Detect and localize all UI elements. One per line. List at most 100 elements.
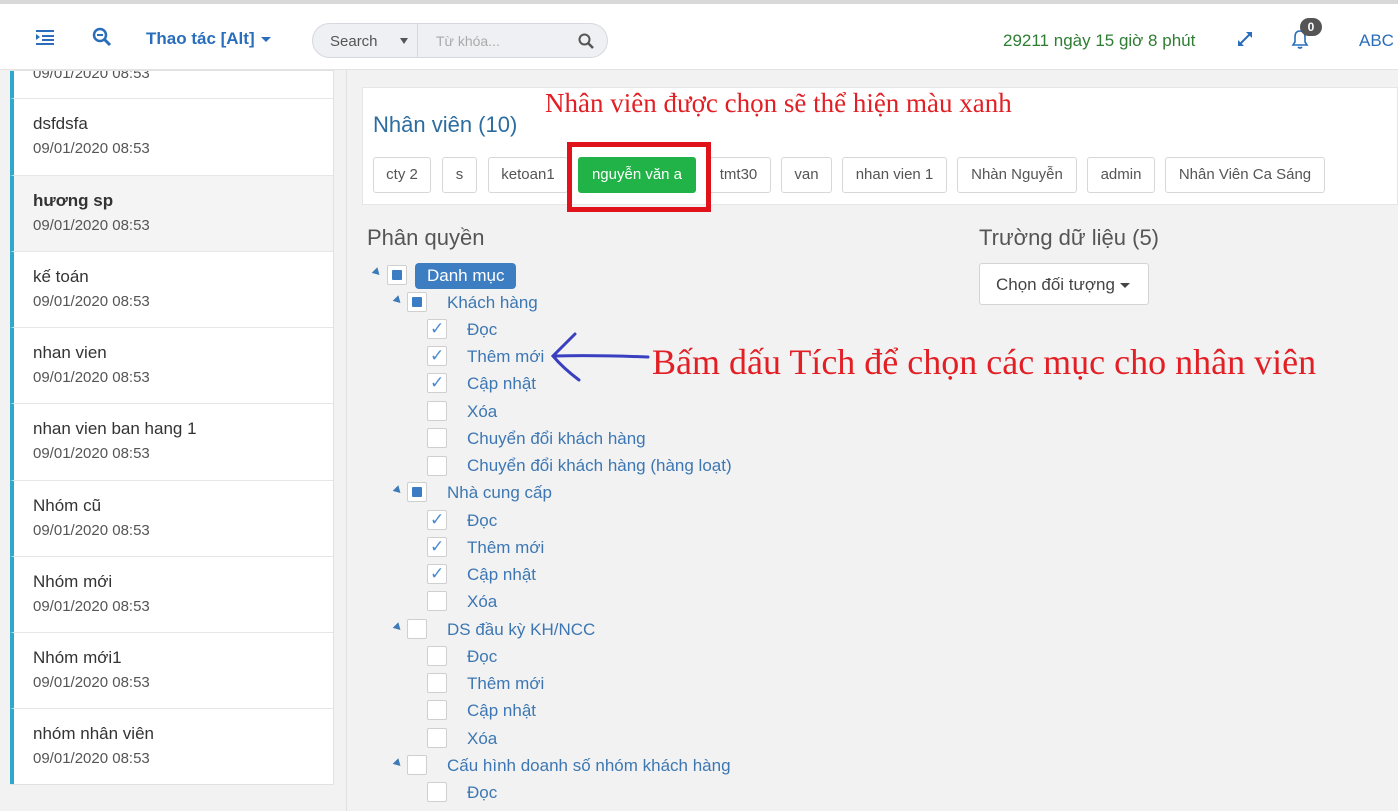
tree-item-label[interactable]: Cập nhật	[467, 701, 536, 721]
check-icon: ✓	[430, 346, 445, 365]
list-item[interactable]: hương sp 09/01/2020 08:53	[10, 176, 333, 252]
tree-checkbox[interactable]	[427, 401, 447, 421]
tree-checkbox[interactable]	[407, 482, 427, 502]
tree-root-label[interactable]: Danh mục	[415, 263, 517, 289]
check-icon: ✓	[430, 373, 445, 392]
expand-icon[interactable]	[1236, 30, 1254, 48]
tree-checkbox[interactable]: ✓	[427, 537, 447, 557]
tree-checkbox[interactable]	[407, 292, 427, 312]
partial-check-icon	[392, 270, 402, 280]
tree-checkbox[interactable]	[427, 646, 447, 666]
tree-item-label[interactable]: Đọc	[467, 647, 497, 667]
tree-group-label[interactable]: DS đầu kỳ KH/NCC	[447, 620, 595, 640]
tree-item-label[interactable]: Đọc	[467, 320, 497, 340]
search-icon[interactable]	[577, 32, 595, 50]
tree-item-label[interactable]: Thêm mới	[467, 538, 544, 558]
caret-down-icon	[400, 38, 408, 44]
staff-chip[interactable]: s	[442, 157, 477, 193]
tree-item-label[interactable]: Thêm mới	[467, 347, 544, 367]
tree-checkbox[interactable]: ✓	[427, 564, 447, 584]
search-type-value: Search	[330, 33, 378, 50]
check-icon: ✓	[430, 537, 445, 556]
list-item[interactable]: nhan vien ban hang 1 09/01/2020 08:53	[10, 404, 333, 481]
staff-chip[interactable]: van	[781, 157, 832, 193]
permissions-title: Phân quyền	[367, 225, 485, 250]
staff-chip[interactable]: Nhân Viên Ca Sáng	[1165, 157, 1325, 193]
tree-checkbox[interactable]	[427, 591, 447, 611]
staff-chip[interactable]: nhan vien 1	[842, 157, 947, 193]
list-item[interactable]: dsfdsfa 09/01/2020 08:53	[10, 99, 333, 176]
zoom-icon[interactable]	[91, 26, 113, 48]
select-object-dropdown[interactable]: Chọn đối tượng	[979, 263, 1149, 305]
staff-chip[interactable]: ketoan1	[488, 157, 568, 193]
panel-divider	[346, 70, 347, 811]
item-date: 09/01/2020 08:53	[33, 750, 150, 767]
item-date: 09/01/2020 08:53	[33, 369, 150, 386]
actions-menu[interactable]: Thao tác [Alt]	[146, 29, 271, 49]
list-item[interactable]: nhóm nhân viên 09/01/2020 08:53	[10, 709, 333, 784]
item-date: 09/01/2020 08:53	[33, 598, 150, 615]
list-indent-icon[interactable]	[34, 26, 56, 48]
tree-checkbox[interactable]: ✓	[427, 373, 447, 393]
item-date: 09/01/2020 08:53	[33, 70, 150, 82]
user-menu[interactable]: ABC	[1359, 31, 1394, 51]
collapse-arrow-icon[interactable]	[392, 295, 404, 306]
tree-item-label[interactable]: Chuyển đổi khách hàng (hàng loạt)	[467, 456, 732, 476]
tree-item-label[interactable]: Cập nhật	[467, 374, 536, 394]
partial-check-icon	[412, 297, 422, 307]
list-item[interactable]: Nhóm mới 09/01/2020 08:53	[10, 557, 333, 633]
item-date: 09/01/2020 08:53	[33, 140, 150, 157]
partial-check-icon	[412, 487, 422, 497]
tree-checkbox[interactable]	[407, 619, 427, 639]
highlight-box	[567, 142, 711, 212]
list-item[interactable]: Nhóm cũ 09/01/2020 08:53	[10, 481, 333, 557]
tree-group-label[interactable]: Khách hàng	[447, 293, 538, 313]
tree-checkbox[interactable]	[407, 755, 427, 775]
tree-item-label[interactable]: Xóa	[467, 402, 497, 422]
tree-item-label[interactable]: Cập nhật	[467, 565, 536, 585]
tree-group-label[interactable]: Cấu hình doanh số nhóm khách hàng	[447, 756, 731, 776]
tree-item-label[interactable]: Thêm mới	[467, 674, 544, 694]
tree-item-label[interactable]: Đọc	[467, 511, 497, 531]
tree-checkbox[interactable]: ✓	[427, 510, 447, 530]
list-item[interactable]: nhan vien 09/01/2020 08:53	[10, 328, 333, 404]
tree-checkbox[interactable]	[427, 673, 447, 693]
item-name: nhóm nhân viên	[33, 724, 154, 743]
item-date: 09/01/2020 08:53	[33, 445, 150, 462]
item-name: Nhóm mới	[33, 572, 113, 591]
item-date: 09/01/2020 08:53	[33, 522, 150, 539]
search-input[interactable]: Từ khóa...	[418, 23, 608, 58]
tree-checkbox[interactable]	[387, 265, 407, 285]
tree-checkbox[interactable]: ✓	[427, 319, 447, 339]
tree-item-label[interactable]: Đọc	[467, 783, 497, 803]
annotation-selected-staff: Nhân viên được chọn sẽ thể hiện màu xanh	[545, 88, 1012, 118]
tree-checkbox[interactable]	[427, 782, 447, 802]
list-item[interactable]: kế toán 09/01/2020 08:53	[10, 252, 333, 328]
collapse-arrow-icon[interactable]	[371, 267, 383, 278]
caret-down-icon	[260, 37, 271, 43]
tree-item-label[interactable]: Xóa	[467, 592, 497, 612]
tree-checkbox[interactable]: ✓	[427, 346, 447, 366]
tree-checkbox[interactable]	[427, 428, 447, 448]
list-item[interactable]: Nhóm mới1 09/01/2020 08:53	[10, 633, 333, 709]
collapse-arrow-icon[interactable]	[392, 485, 404, 496]
search-type-select[interactable]: Search	[312, 23, 418, 58]
tree-item-label[interactable]: Chuyển đổi khách hàng	[467, 429, 646, 449]
collapse-arrow-icon[interactable]	[392, 622, 404, 633]
staff-chip[interactable]: admin	[1087, 157, 1155, 193]
list-item[interactable]: 09/01/2020 08:53	[10, 70, 333, 99]
item-name: dsfdsfa	[33, 114, 88, 133]
staff-chip[interactable]: cty 2	[373, 157, 431, 193]
tree-item-label[interactable]: Xóa	[467, 729, 497, 749]
staff-chip[interactable]: Nhàn Nguyễn	[957, 157, 1077, 193]
check-icon: ✓	[430, 510, 445, 529]
check-icon: ✓	[430, 319, 445, 338]
tree-checkbox[interactable]	[427, 456, 447, 476]
tree-checkbox[interactable]	[427, 700, 447, 720]
tree-group-label[interactable]: Nhà cung cấp	[447, 483, 552, 503]
collapse-arrow-icon[interactable]	[392, 758, 404, 769]
tree-checkbox[interactable]	[427, 728, 447, 748]
staff-chip[interactable]: tmt30	[706, 157, 771, 193]
search-placeholder: Từ khóa...	[436, 33, 500, 49]
item-name: nhan vien	[33, 343, 107, 362]
